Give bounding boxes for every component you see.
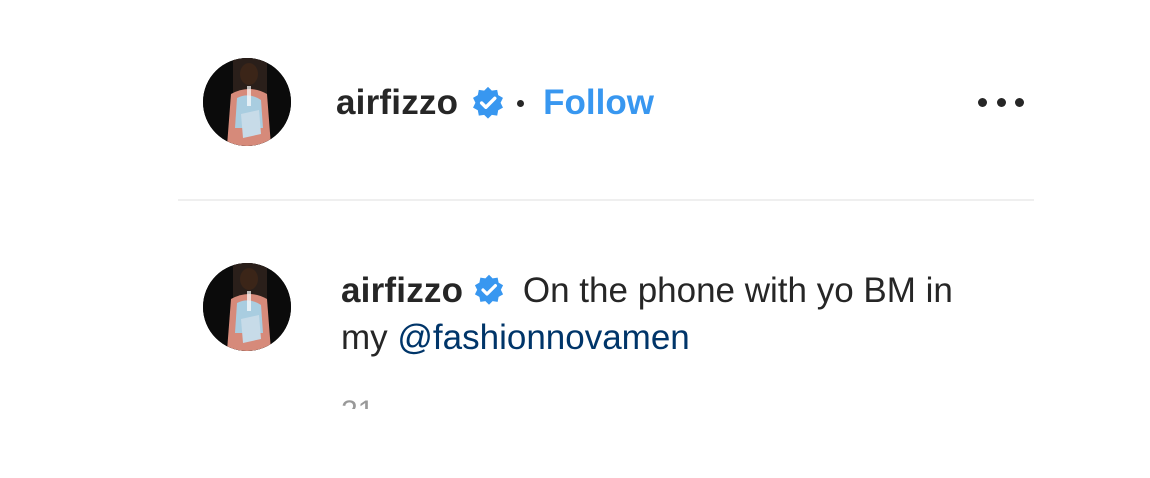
- profile-avatar[interactable]: [203, 58, 291, 146]
- header-username[interactable]: airfizzo: [336, 83, 458, 123]
- follow-button[interactable]: Follow: [543, 83, 654, 123]
- header-divider: [178, 199, 1034, 201]
- avatar-image: [203, 58, 291, 146]
- avatar-image: [203, 263, 291, 351]
- more-dot-2: [996, 97, 1006, 107]
- more-options-icon[interactable]: [978, 92, 1024, 112]
- more-dot-3: [1015, 97, 1024, 107]
- separator-dot: [517, 99, 525, 107]
- verified-badge-icon: [473, 86, 504, 119]
- verified-badge-icon: [475, 274, 504, 305]
- post-header-line: airfizzo Follow: [336, 80, 654, 126]
- caption-text: airfizzo On the phone with yo BM in my @…: [341, 267, 1001, 361]
- more-dot-1: [978, 97, 987, 107]
- mention-link[interactable]: @fashionnovamen: [397, 318, 689, 357]
- caption-avatar[interactable]: [203, 263, 291, 351]
- timestamp-clipped: 21: [341, 398, 374, 409]
- caption-username[interactable]: airfizzo: [341, 271, 463, 310]
